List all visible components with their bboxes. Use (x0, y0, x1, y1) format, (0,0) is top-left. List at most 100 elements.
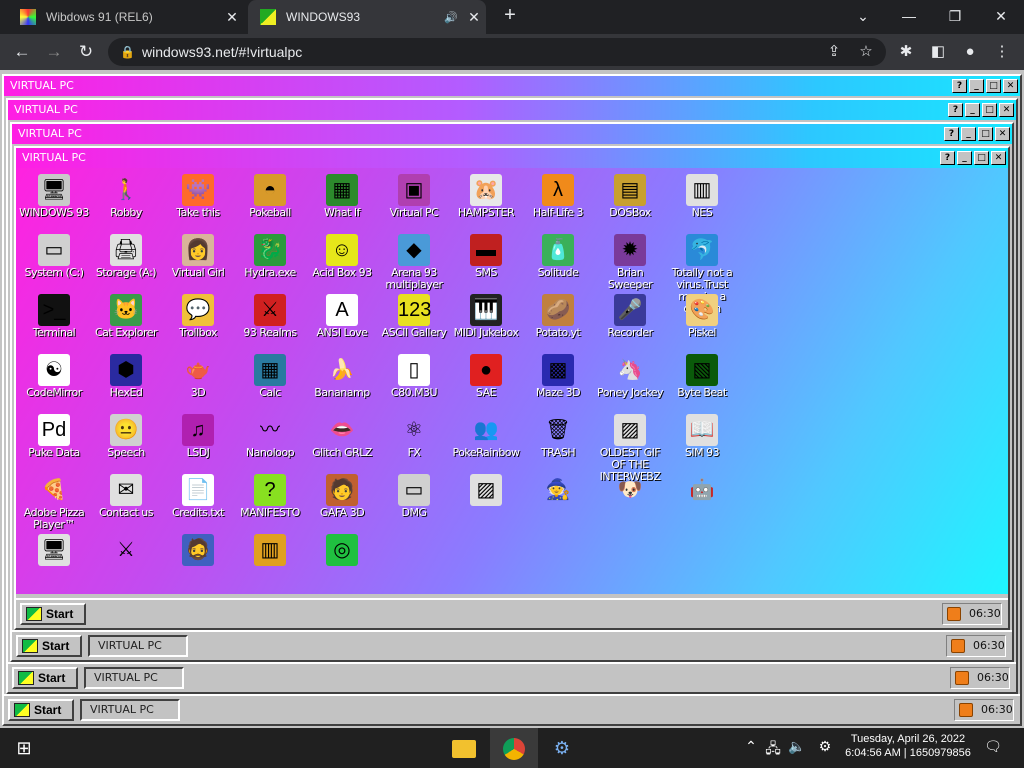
desktop-icon[interactable]: ☺ Acid Box 93 (306, 234, 378, 279)
forward-arrow-icon[interactable]: → (42, 40, 66, 64)
menu-kebab-icon[interactable]: ⋮ (990, 40, 1014, 64)
settings-gear-icon[interactable]: ⚙ (538, 728, 586, 768)
window-title-bar[interactable]: VIRTUAL PC ? _ □ ✕ (12, 124, 1012, 144)
start-button[interactable]: Start (16, 635, 82, 657)
close-button[interactable]: ✕ (999, 103, 1014, 117)
desktop-icon[interactable]: 🖥 (18, 534, 90, 567)
minimize-button[interactable]: _ (969, 79, 984, 93)
address-bar[interactable]: 🔒 windows93.net/#!virtualpc (108, 38, 886, 66)
new-tab-button[interactable]: + (498, 4, 522, 30)
desktop-icon[interactable]: ▦ What If (306, 174, 378, 219)
desktop-icon[interactable]: 〰 Nanoloop (234, 414, 306, 459)
help-button[interactable]: ? (952, 79, 967, 93)
desktop-icon[interactable]: 🧔 (162, 534, 234, 567)
desktop-icon[interactable]: 🎤 Recorder (594, 294, 666, 339)
close-tab-icon[interactable]: ✕ (220, 9, 244, 26)
start-button[interactable]: Start (8, 699, 74, 721)
rss-icon[interactable] (947, 607, 961, 621)
restore-window-button[interactable]: ❐ (932, 4, 978, 28)
desktop-icon[interactable]: 🐉 Hydra.exe (234, 234, 306, 279)
close-button[interactable]: ✕ (995, 127, 1010, 141)
rss-icon[interactable] (951, 639, 965, 653)
desktop-icon[interactable]: ▬ SMS (450, 234, 522, 279)
desktop-icon[interactable]: 🍕 Adobe Pizza Player™ (18, 474, 90, 531)
window-title-bar[interactable]: VIRTUAL PC ? _ □ ✕ (8, 100, 1016, 120)
desktop-icon[interactable]: 🎹 MIDI Jukebox (450, 294, 522, 339)
extensions-puzzle-icon[interactable]: ✱ (894, 40, 918, 64)
desktop-icon[interactable]: 🥔 Potato.yt (522, 294, 594, 339)
desktop-icon[interactable]: 123 ASCII Gallery (378, 294, 450, 339)
volume-icon[interactable]: 🔈 (786, 738, 808, 755)
maximize-button[interactable]: □ (978, 127, 993, 141)
close-button[interactable]: ✕ (1003, 79, 1018, 93)
desktop-icon[interactable]: A ANSI Love (306, 294, 378, 339)
minimize-button[interactable]: _ (965, 103, 980, 117)
desktop-icon[interactable]: ▨ OLDEST GIF OF THE INTERWEBZ (594, 414, 666, 483)
desktop-icon[interactable]: ☯ CodeMirror (18, 354, 90, 399)
windows-start-icon[interactable]: ⊞ (0, 728, 48, 768)
desktop-icon[interactable]: ▨ (450, 474, 522, 507)
bookmark-star-icon[interactable]: ☆ (854, 40, 878, 64)
desktop-icon[interactable]: 🖥 WINDOWS 93 (18, 174, 90, 219)
desktop-icon[interactable]: 😐 Speech (90, 414, 162, 459)
side-panel-icon[interactable]: ◧ (926, 40, 950, 64)
desktop-icon[interactable]: 👄 Glitch GRLZ (306, 414, 378, 459)
desktop-icon[interactable]: 🧙 (522, 474, 594, 507)
close-window-button[interactable]: ✕ (978, 4, 1024, 28)
desktop-icon[interactable]: 💬 Trollbox (162, 294, 234, 339)
desktop-icon[interactable]: ⚔ 93 Realms (234, 294, 306, 339)
help-button[interactable]: ? (940, 151, 955, 165)
help-button[interactable]: ? (944, 127, 959, 141)
settings-tray-gear-icon[interactable]: ⚙ (814, 738, 836, 755)
profile-avatar-icon[interactable]: ● (958, 40, 982, 64)
desktop-icon[interactable]: 🚶 Robby (90, 174, 162, 219)
desktop-icon[interactable]: 🖨 Storage (A:) (90, 234, 162, 279)
tab-windows93[interactable]: WINDOWS93 🔊 ✕ (248, 0, 486, 34)
tab-wibdows91[interactable]: Wibdows 91 (REL6) ✕ (8, 0, 244, 34)
desktop-icon[interactable]: 👥 PokeRainbow (450, 414, 522, 459)
desktop-icon[interactable]: ▣ Virtual PC (378, 174, 450, 219)
windows-clock[interactable]: Tuesday, April 26, 2022 6:04:56 AM | 165… (838, 732, 978, 760)
maximize-button[interactable]: □ (974, 151, 989, 165)
network-icon[interactable]: 🖧 (762, 738, 784, 762)
desktop-icon[interactable]: 📄 Credits.txt (162, 474, 234, 519)
desktop-icon[interactable]: 📖 SIM 93 (666, 414, 738, 459)
desktop-icon[interactable]: >_ Terminal (18, 294, 90, 339)
maximize-button[interactable]: □ (986, 79, 1001, 93)
desktop-icon[interactable]: ▤ DOSBox (594, 174, 666, 219)
desktop-icon[interactable]: 🍌 Bananamp (306, 354, 378, 399)
desktop-icon[interactable]: ● SAE (450, 354, 522, 399)
desktop-icon[interactable]: ? MANIFESTO (234, 474, 306, 519)
rss-icon[interactable] (955, 671, 969, 685)
desktop-icon[interactable]: ⚛ FX (378, 414, 450, 459)
minimize-window-button[interactable]: — (886, 4, 932, 28)
desktop-icon[interactable]: 👩 Virtual Girl (162, 234, 234, 279)
taskbar-item-virtual-pc[interactable]: VIRTUAL PC (88, 635, 188, 657)
back-arrow-icon[interactable]: ← (10, 40, 34, 64)
desktop-icon[interactable]: 🐱 Cat Explorer (90, 294, 162, 339)
close-button[interactable]: ✕ (991, 151, 1006, 165)
notifications-icon[interactable]: 🗨 (982, 738, 1004, 755)
window-title-bar[interactable]: VIRTUAL PC ? _ □ ✕ (16, 148, 1008, 168)
taskbar-item-virtual-pc[interactable]: VIRTUAL PC (80, 699, 180, 721)
file-explorer-icon[interactable] (440, 728, 488, 768)
desktop-icon[interactable]: ▭ System (C:) (18, 234, 90, 279)
maximize-button[interactable]: □ (982, 103, 997, 117)
desktop-icon[interactable]: Pd Puke Data (18, 414, 90, 459)
rss-icon[interactable] (959, 703, 973, 717)
chrome-taskbar-icon[interactable] (490, 728, 538, 768)
desktop-icon[interactable]: ▧ Byte Beat (666, 354, 738, 399)
desktop-icon[interactable]: ▭ DMG (378, 474, 450, 519)
minimize-button[interactable]: _ (957, 151, 972, 165)
desktop-icon[interactable]: ▥ (234, 534, 306, 567)
tab-search-chevron-down-icon[interactable]: ⌄ (840, 4, 886, 28)
start-button[interactable]: Start (20, 603, 86, 625)
desktop-icon[interactable]: ▥ NES (666, 174, 738, 219)
speaker-icon[interactable]: 🔊 (444, 11, 458, 24)
taskbar-item-virtual-pc[interactable]: VIRTUAL PC (84, 667, 184, 689)
reload-icon[interactable]: ↻ (74, 40, 98, 64)
desktop-icon[interactable]: 🦄 Poney Jockey (594, 354, 666, 399)
desktop-icon[interactable]: ⚔ (90, 534, 162, 567)
desktop-icon[interactable]: 🎨 Piskel (666, 294, 738, 339)
close-tab-icon[interactable]: ✕ (462, 9, 486, 26)
